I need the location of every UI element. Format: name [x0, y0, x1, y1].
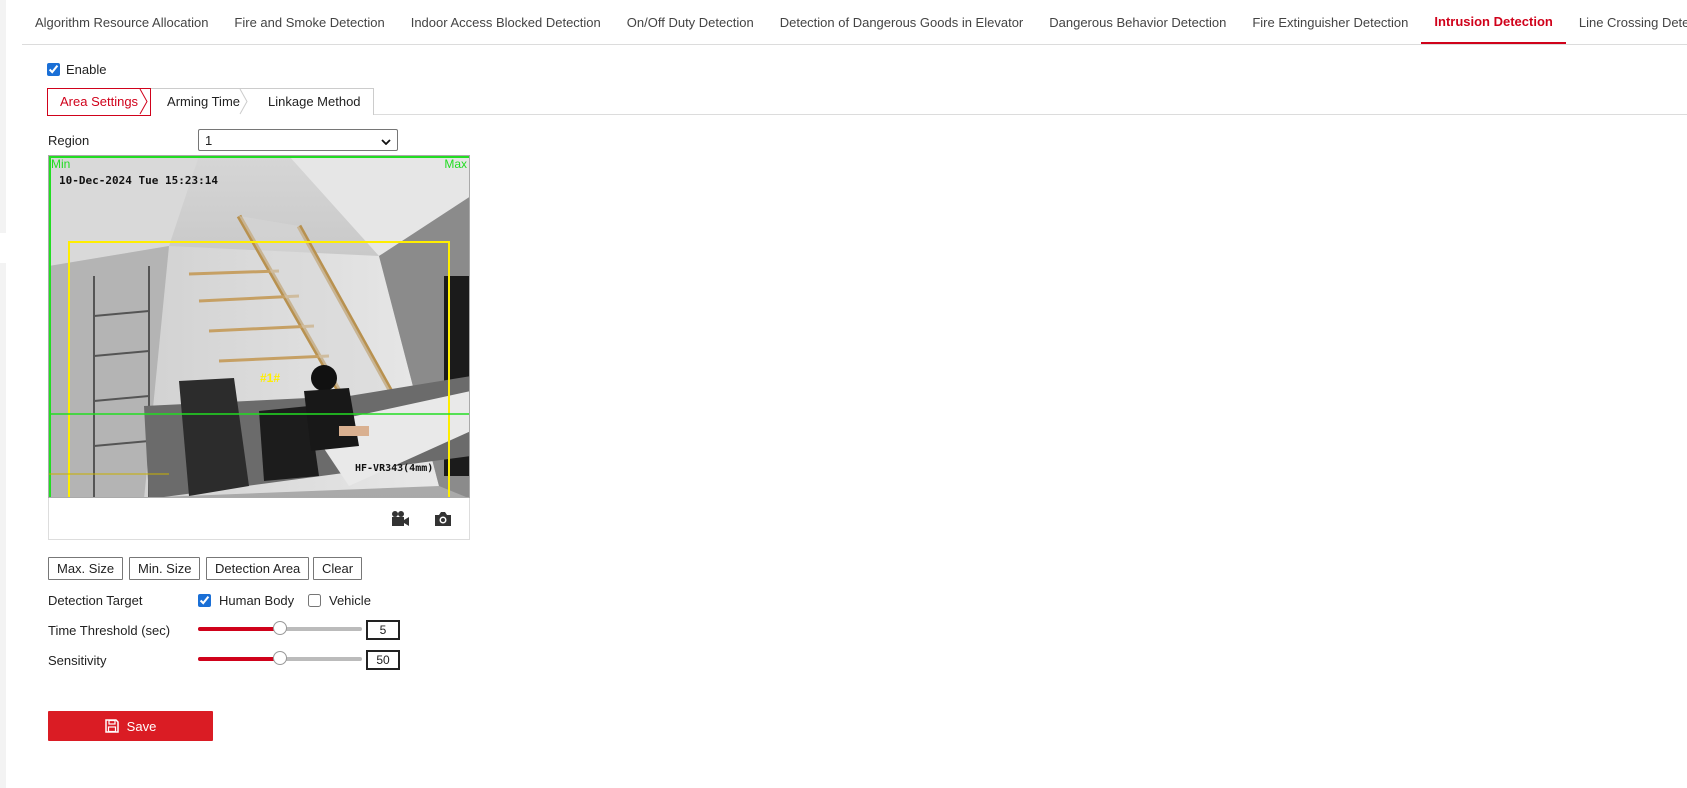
save-label: Save — [126, 718, 157, 734]
detection-area-button[interactable]: Detection Area — [206, 557, 310, 580]
region-select-value: 1 — [205, 132, 213, 148]
subtab-arming-time-label: Arming Time — [167, 94, 241, 109]
vehicle-checkbox[interactable] — [308, 594, 321, 607]
tab-line-crossing-detection[interactable]: Line Crossing Detection — [1566, 0, 1687, 44]
camera-scene — [49, 156, 469, 497]
subtab-linkage-method[interactable]: Linkage Method — [252, 89, 373, 115]
chevron-down-icon — [381, 133, 391, 148]
time-threshold-value[interactable]: 5 — [366, 620, 400, 640]
human-body-checkbox[interactable] — [198, 594, 211, 607]
enable-row: Enable — [47, 62, 106, 77]
vehicle-option: Vehicle — [308, 593, 371, 608]
human-body-label: Human Body — [219, 593, 295, 608]
tab-algorithm-resource-allocation[interactable]: Algorithm Resource Allocation — [22, 0, 221, 44]
osd-timestamp: 10-Dec-2024 Tue 15:23:14 — [59, 174, 218, 187]
sensitivity-value[interactable]: 50 — [366, 650, 400, 670]
vehicle-label: Vehicle — [329, 593, 371, 608]
tab-dangerous-goods-elevator[interactable]: Detection of Dangerous Goods in Elevator — [767, 0, 1037, 44]
video-preview[interactable]: 10-Dec-2024 Tue 15:23:14 Min Max #1# HF-… — [48, 155, 470, 498]
save-icon — [104, 719, 119, 733]
time-threshold-thumb[interactable] — [273, 621, 287, 635]
subtab-arming-time[interactable]: Arming Time — [151, 89, 253, 115]
video-toolbar — [48, 498, 470, 540]
tab-fire-and-smoke-detection[interactable]: Fire and Smoke Detection — [221, 0, 397, 44]
subtab-linkage-method-label: Linkage Method — [268, 94, 361, 109]
max-size-button[interactable]: Max. Size — [48, 557, 124, 580]
camera-icon[interactable] — [433, 510, 453, 528]
time-threshold-fill — [198, 627, 280, 631]
tab-fire-extinguisher-detection[interactable]: Fire Extinguisher Detection — [1239, 0, 1421, 44]
area-label: #1# — [260, 371, 281, 385]
time-threshold-slider[interactable] — [198, 621, 362, 635]
top-tab-bar: Algorithm Resource Allocation Fire and S… — [22, 0, 1687, 45]
region-select[interactable]: 1 — [198, 129, 398, 151]
min-label: Min — [51, 157, 71, 171]
clear-button[interactable]: Clear — [313, 557, 363, 580]
tab-dangerous-behavior-detection[interactable]: Dangerous Behavior Detection — [1036, 0, 1239, 44]
detection-target-label: Detection Target — [48, 593, 143, 608]
camera-model-label: HF-VR343(4mm) — [355, 463, 434, 474]
video-record-icon[interactable] — [390, 510, 410, 528]
enable-label: Enable — [66, 62, 107, 77]
max-label: Max — [444, 157, 467, 171]
tab-intrusion-detection[interactable]: Intrusion Detection — [1421, 0, 1566, 44]
enable-checkbox[interactable] — [47, 63, 60, 76]
tab-on-off-duty-detection[interactable]: On/Off Duty Detection — [614, 0, 767, 44]
sub-tab-bar: Area Settings Arming Time Linkage Method — [47, 88, 374, 116]
time-threshold-label: Time Threshold (sec) — [48, 623, 171, 638]
sensitivity-slider[interactable] — [198, 651, 362, 665]
sensitivity-fill — [198, 657, 280, 661]
subtab-area-settings[interactable]: Area Settings — [47, 88, 152, 116]
sensitivity-thumb[interactable] — [273, 651, 287, 665]
region-label: Region — [48, 133, 90, 148]
save-button[interactable]: Save — [48, 711, 213, 741]
human-body-option: Human Body — [198, 593, 294, 608]
left-edge-panel — [0, 0, 6, 788]
subtab-area-settings-label: Area Settings — [60, 94, 139, 109]
tab-indoor-access-blocked-detection[interactable]: Indoor Access Blocked Detection — [398, 0, 614, 44]
sensitivity-label: Sensitivity — [48, 653, 107, 668]
min-size-button[interactable]: Min. Size — [129, 557, 201, 580]
